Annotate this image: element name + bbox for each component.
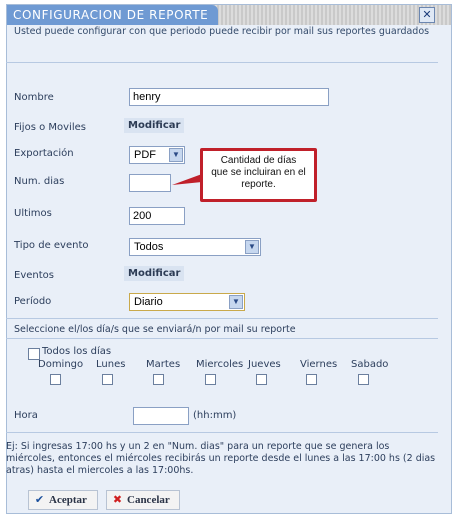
- exportacion-label: Exportación: [14, 148, 74, 159]
- close-button[interactable]: ✕: [419, 7, 435, 23]
- day-checkbox-sabado[interactable]: [358, 374, 369, 385]
- day-label-jueves: Jueves: [248, 359, 281, 370]
- num-dias-label: Num. dias: [14, 176, 65, 187]
- day-label-miercoles: Miercoles: [196, 359, 244, 370]
- accept-label: Aceptar: [49, 494, 87, 506]
- hora-input[interactable]: [133, 407, 189, 425]
- day-checkbox-martes[interactable]: [153, 374, 164, 385]
- intro-text: Usted puede configurar con que periodo p…: [14, 26, 430, 37]
- tipo-evento-value: Todos: [134, 241, 164, 253]
- day-checkbox-jueves[interactable]: [256, 374, 267, 385]
- day-label-martes: Martes: [146, 359, 181, 370]
- chevron-down-icon[interactable]: ▼: [229, 295, 243, 309]
- eventos-modify-button[interactable]: Modificar: [124, 266, 185, 281]
- nombre-label: Nombre: [14, 92, 54, 103]
- footer-note: Ej: Si ingresas 17:00 hs y un 2 en "Num.…: [6, 441, 436, 476]
- day-checkbox-viernes[interactable]: [306, 374, 317, 385]
- nombre-input[interactable]: henry: [129, 88, 329, 106]
- close-icon: ✕: [422, 8, 432, 21]
- days-heading: Seleccione el/los día/s que se enviará/n…: [14, 324, 296, 335]
- day-label-viernes: Viernes: [300, 359, 338, 370]
- fijos-modify-button[interactable]: Modificar: [124, 118, 185, 133]
- periodo-label: Período: [14, 296, 52, 307]
- tipo-evento-label: Tipo de evento: [14, 240, 89, 251]
- tooltip-line-1: Cantidad de días: [220, 155, 297, 166]
- day-label-domingo: Domingo: [38, 359, 84, 370]
- day-label-lunes: Lunes: [96, 359, 126, 370]
- cancel-button[interactable]: ✖ Cancelar: [106, 490, 180, 510]
- num-dias-tooltip: Cantidad de días que se incluiran en el …: [200, 148, 317, 202]
- num-dias-input[interactable]: [129, 174, 171, 192]
- periodo-value: Diario: [134, 296, 163, 308]
- divider: [6, 338, 438, 339]
- fijos-label: Fijos o Moviles: [14, 122, 86, 133]
- tooltip-pointer: [172, 174, 202, 185]
- day-checkbox-lunes[interactable]: [102, 374, 113, 385]
- divider: [6, 432, 438, 433]
- divider: [6, 318, 438, 319]
- dialog-title: CONFIGURACION DE REPORTE: [7, 5, 219, 25]
- day-checkbox-miercoles[interactable]: [205, 374, 216, 385]
- tooltip-line-2: que se incluiran en el: [211, 167, 306, 178]
- close-icon: ✖: [112, 493, 123, 506]
- day-checkbox-domingo[interactable]: [50, 374, 61, 385]
- tipo-evento-select[interactable]: Todos ▼: [129, 238, 261, 256]
- divider: [6, 62, 438, 63]
- checkmark-icon: ✔: [34, 493, 45, 506]
- eventos-label: Eventos: [14, 270, 54, 281]
- day-label-sabado: Sabado: [351, 359, 389, 370]
- periodo-select[interactable]: Diario ▼: [129, 293, 245, 311]
- cancel-label: Cancelar: [127, 494, 170, 506]
- exportacion-select[interactable]: PDF ▼: [129, 146, 185, 164]
- all-days-label: Todos los días: [42, 346, 112, 357]
- accept-button[interactable]: ✔ Aceptar: [28, 490, 98, 510]
- hora-label: Hora: [14, 410, 38, 421]
- exportacion-value: PDF: [134, 149, 156, 161]
- hora-hint: (hh:mm): [193, 410, 237, 421]
- ultimos-label: Ultimos: [14, 208, 52, 219]
- chevron-down-icon[interactable]: ▼: [245, 240, 259, 254]
- dialog-titlebar[interactable]: CONFIGURACION DE REPORTE ✕: [7, 5, 451, 25]
- report-config-dialog: CONFIGURACION DE REPORTE ✕: [6, 4, 452, 514]
- chevron-down-icon[interactable]: ▼: [169, 148, 183, 162]
- tooltip-line-3: reporte.: [241, 179, 276, 190]
- ultimos-input[interactable]: 200: [129, 207, 185, 225]
